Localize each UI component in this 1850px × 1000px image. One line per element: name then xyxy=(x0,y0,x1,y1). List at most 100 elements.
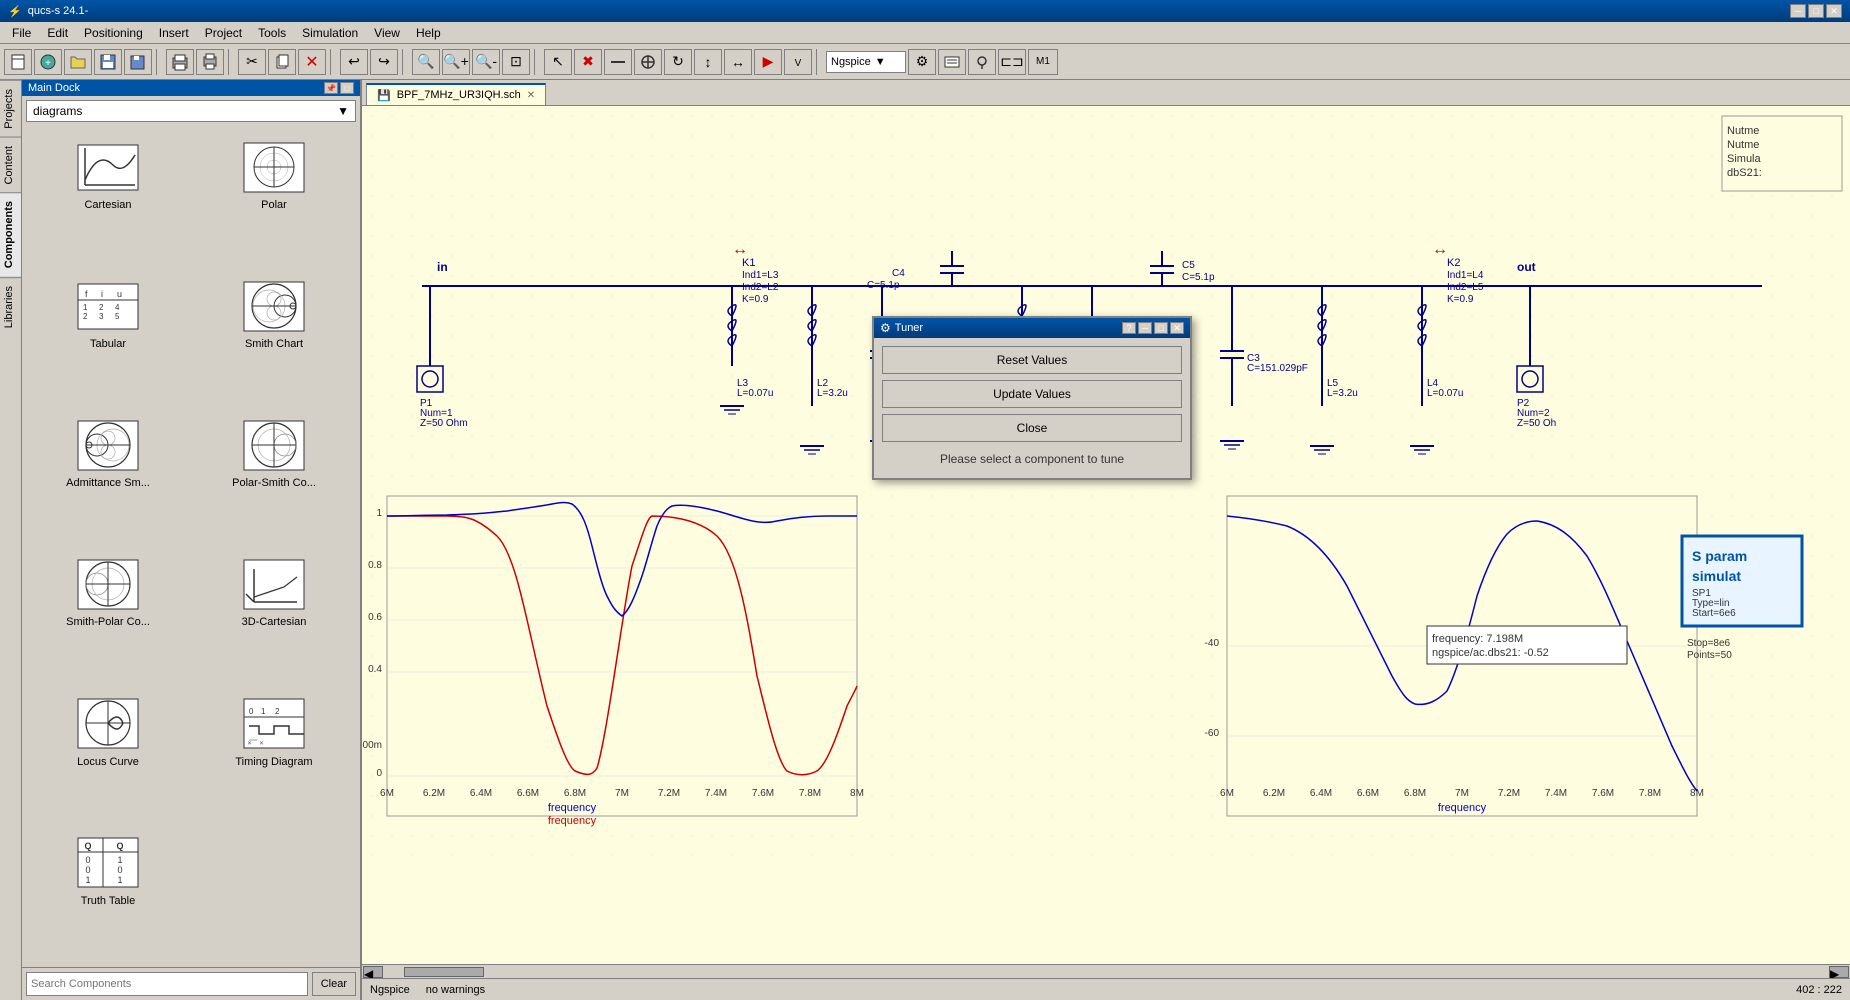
undo-button[interactable]: ↩ xyxy=(340,49,368,75)
tuner-title-bar: ⚙ Tuner ? ─ □ ✕ xyxy=(874,318,1190,338)
svg-text:frequency: frequency xyxy=(548,815,597,827)
tuner-window-controls[interactable]: ? ─ □ ✕ xyxy=(1122,322,1184,334)
zoom-out-button[interactable]: 🔍- xyxy=(472,49,500,75)
tuner-minimize-button[interactable]: ─ xyxy=(1138,322,1152,334)
smith-chart-label: Smith Chart xyxy=(245,338,303,350)
scrollbar-thumb[interactable] xyxy=(404,967,484,977)
save-button[interactable] xyxy=(94,49,122,75)
search-input[interactable] xyxy=(26,972,308,996)
mirror-x-button[interactable]: ↕ xyxy=(694,49,722,75)
open-button[interactable] xyxy=(64,49,92,75)
tuner-help-button[interactable]: ? xyxy=(1122,322,1136,334)
zoom-fit-button[interactable]: ⊡ xyxy=(502,49,530,75)
svg-text:Ind1=L4: Ind1=L4 xyxy=(1447,270,1484,281)
update-values-button[interactable]: Update Values xyxy=(882,380,1182,408)
svg-text:7M: 7M xyxy=(615,788,629,799)
component-category-dropdown[interactable]: diagrams ▼ xyxy=(26,100,356,122)
save-all-button[interactable] xyxy=(124,49,152,75)
simulate-button[interactable]: ▶ xyxy=(754,49,782,75)
title-bar: ⚡ qucs-s 24.1- ─ □ ✕ xyxy=(0,0,1850,22)
svg-text:1: 1 xyxy=(117,855,122,865)
scrollbar-right-arrow[interactable]: ▶ xyxy=(1829,966,1849,978)
menu-project[interactable]: Project xyxy=(197,24,250,42)
svg-text:Simula: Simula xyxy=(1727,153,1762,165)
horizontal-scrollbar[interactable]: ◀ ▶ xyxy=(362,964,1850,978)
tab-close-button[interactable]: ✕ xyxy=(527,90,535,101)
component-polar[interactable]: Polar xyxy=(192,130,356,267)
new-project-button[interactable]: + xyxy=(34,49,62,75)
redo-button[interactable]: ↪ xyxy=(370,49,398,75)
svg-text:Z=50 Ohm: Z=50 Ohm xyxy=(420,418,468,429)
component-polar-smith[interactable]: Polar-Smith Co... xyxy=(192,408,356,545)
tuner-close-button[interactable]: ✕ xyxy=(1170,322,1184,334)
clear-button[interactable]: Clear xyxy=(312,972,356,996)
sidebar-tab-projects[interactable]: Projects xyxy=(0,80,21,137)
tab-bpf[interactable]: 💾 BPF_7MHz_UR3IQH.sch ✕ xyxy=(366,83,546,105)
svg-text:K1: K1 xyxy=(742,257,755,269)
scrollbar-left-arrow[interactable]: ◀ xyxy=(363,966,383,978)
svg-text:out: out xyxy=(1517,260,1536,274)
svg-text:0: 0 xyxy=(376,768,382,779)
sim-settings-button[interactable]: ⚙ xyxy=(908,49,936,75)
component-smith-chart[interactable]: Smith Chart xyxy=(192,269,356,406)
zoom-select-button[interactable]: 🔍 xyxy=(412,49,440,75)
component-3d-cartesian[interactable]: 3D-Cartesian xyxy=(192,547,356,684)
menu-file[interactable]: File xyxy=(4,24,39,42)
menu-tools[interactable]: Tools xyxy=(250,24,294,42)
svg-text:frequency: frequency xyxy=(1438,802,1487,814)
search-bar: Clear xyxy=(22,967,360,1000)
reset-values-button[interactable]: Reset Values xyxy=(882,346,1182,374)
print-setup-button[interactable] xyxy=(166,49,194,75)
rotate-button[interactable]: ↻ xyxy=(664,49,692,75)
component-locus-curve[interactable]: Locus Curve xyxy=(26,687,190,824)
simulator-dropdown[interactable]: Ngspice ▼ xyxy=(826,51,906,73)
component-smith-polar[interactable]: Smith-Polar Co... xyxy=(26,547,190,684)
new-button[interactable] xyxy=(4,49,32,75)
component-cartesian[interactable]: Cartesian xyxy=(26,130,190,267)
component-tabular[interactable]: f i u 124 235 Tabular xyxy=(26,269,190,406)
svg-text:Nutme: Nutme xyxy=(1727,139,1759,151)
sidebar-tab-libraries[interactable]: Libraries xyxy=(0,277,21,336)
menu-help[interactable]: Help xyxy=(408,24,449,42)
sidebar-tab-components[interactable]: Components xyxy=(0,192,21,276)
deselect-button[interactable]: ✖ xyxy=(574,49,602,75)
dock-controls[interactable]: 📌 □ xyxy=(324,82,354,94)
admittance-smith-label: Admittance Sm... xyxy=(66,477,150,489)
svg-text:6M: 6M xyxy=(1220,788,1234,799)
zoom-in-button[interactable]: 🔍+ xyxy=(442,49,470,75)
svg-text:-60: -60 xyxy=(1205,728,1220,739)
svg-text:Start=6e6: Start=6e6 xyxy=(1692,608,1736,619)
cut-button[interactable]: ✂ xyxy=(238,49,266,75)
copy-button[interactable] xyxy=(268,49,296,75)
print-button[interactable] xyxy=(196,49,224,75)
mirror-y-button[interactable]: ↔ xyxy=(724,49,752,75)
netlist-button[interactable] xyxy=(938,49,966,75)
location-button[interactable] xyxy=(968,49,996,75)
tuner-maximize-button[interactable]: □ xyxy=(1154,322,1168,334)
subcircuit-button[interactable]: ⊏⊐ xyxy=(998,49,1026,75)
maximize-button[interactable]: □ xyxy=(1808,4,1824,18)
dock-pin-button[interactable]: 📌 xyxy=(324,82,338,94)
close-button[interactable]: ✕ xyxy=(1826,4,1842,18)
minimize-button[interactable]: ─ xyxy=(1790,4,1806,18)
menu-positioning[interactable]: Positioning xyxy=(76,24,151,42)
dc-bias-button[interactable]: V xyxy=(784,49,812,75)
window-controls[interactable]: ─ □ ✕ xyxy=(1790,4,1842,18)
sidebar-tab-content[interactable]: Content xyxy=(0,137,21,193)
component-button[interactable] xyxy=(634,49,662,75)
delete-button[interactable]: ✕ xyxy=(298,49,326,75)
schematic-canvas[interactable]: in P1 Num=1 Z=50 Ohm K1 Ind1=L3 Ind2=L2 … xyxy=(362,106,1850,964)
scrollbar-track[interactable] xyxy=(384,967,1828,977)
menu-simulation[interactable]: Simulation xyxy=(294,24,366,42)
component-admittance-smith[interactable]: Admittance Sm... xyxy=(26,408,190,545)
wire-button[interactable] xyxy=(604,49,632,75)
select-button[interactable]: ↖ xyxy=(544,49,572,75)
dock-float-button[interactable]: □ xyxy=(340,82,354,94)
menu-edit[interactable]: Edit xyxy=(39,24,76,42)
admittance-smith-icon xyxy=(73,415,143,475)
menu-view[interactable]: View xyxy=(366,24,408,42)
component-truth-table[interactable]: Q Q 0 0 1 1 0 1 Truth Table xyxy=(26,826,190,963)
close-tuner-button[interactable]: Close xyxy=(882,414,1182,442)
menu-insert[interactable]: Insert xyxy=(151,24,197,42)
component-timing-diagram[interactable]: 0 1 2 ✕✕ Timing Diagram xyxy=(192,687,356,824)
